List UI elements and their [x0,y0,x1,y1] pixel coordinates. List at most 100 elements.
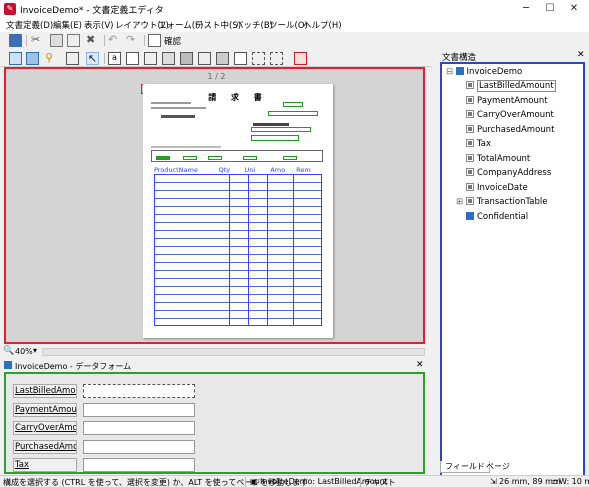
pointer-icon[interactable]: ↖ [86,52,99,65]
list-tool-icon[interactable] [234,52,247,65]
column-header: Qty [218,166,231,173]
maximize-button[interactable]: ☐ [538,0,562,18]
minimize-button[interactable]: ─ [514,0,538,18]
layout-canvas[interactable]: 1 / 2 請 求 書 ProductName Qty Uni Amo Rem [4,67,425,344]
customer-name [161,115,195,118]
summary-cell [183,156,197,160]
status-size: W: 10 m [559,477,589,486]
save-icon[interactable] [9,34,22,47]
lastbilledamount-input[interactable] [83,384,195,398]
structure-tree[interactable]: ⊟ InvoiceDemo LastBilledAmount PaymentAm… [440,62,585,487]
dataform-header: InvoiceDemo - データフォーム ✕ [0,360,437,372]
paste-icon[interactable] [67,34,80,47]
tree-root[interactable]: ⊟ InvoiceDemo [446,67,522,77]
menu-bar: 文書定義(D) 編集(E) 表示(V) レイアウト(L) フォーム(F) テスト… [0,18,589,32]
status-type: テキスト [364,478,396,487]
field-label: Tax [13,458,77,472]
tel-box [251,135,299,141]
position-icon: ⇲ [490,477,497,486]
menu-batch[interactable]: バッチ(B) [235,19,273,31]
label-tool-icon[interactable] [198,52,211,65]
copy-icon[interactable] [50,34,63,47]
layout-vertical-scrollbar[interactable] [425,67,434,344]
menu-tools[interactable]: ツール(O) [269,19,308,31]
tab-pages[interactable]: ページ [482,461,514,473]
zoom-dropdown-icon[interactable]: ▾ [33,346,37,355]
redo-icon[interactable]: ↷ [126,34,139,47]
tree-item[interactable]: Tax [466,139,491,149]
tree-item[interactable]: Confidential [466,212,528,222]
column-header: Uni [244,166,256,173]
carryoveramount-input[interactable] [83,421,195,435]
confirm-icon[interactable] [148,34,161,47]
tax-input[interactable] [83,458,195,472]
menu-view[interactable]: 表示(V) [84,19,113,31]
text-field-icon [466,96,474,104]
column-rule [267,174,268,326]
summary-cell [156,156,170,160]
field-label: LastBilledAmount [13,384,77,398]
transaction-table-header: ProductName Qty Uni Amo Rem [154,166,322,173]
tree-item[interactable]: TotalAmount [466,154,530,164]
form-mode-icon[interactable] [26,52,39,65]
cut-icon[interactable]: ✂ [31,34,44,47]
remove-field-icon[interactable] [294,52,307,65]
tree-item[interactable]: CompanyAddress [466,168,551,178]
tree-item[interactable]: InvoiceDate [466,183,528,193]
title-bar: ✎ InvoiceDemo* - 文書定義エディタ ─ ☐ ✕ [0,0,589,18]
menu-help[interactable]: ヘルプ(H) [303,19,342,31]
confirm-label[interactable]: 確認 [164,35,181,47]
menu-edit[interactable]: 編集(E) [53,19,82,31]
table-tool-icon[interactable] [162,52,175,65]
expand-icon[interactable]: ⊞ [456,197,463,207]
paymentamount-input[interactable] [83,403,195,417]
text-tool-icon[interactable]: a [108,52,121,65]
text-field-icon [466,125,474,133]
tree-item[interactable]: CarryOverAmount [466,110,554,120]
size-icon: ▭ [551,477,559,486]
barcode-tool-icon[interactable] [144,52,157,65]
tree-item[interactable]: ⊞ TransactionTable [456,197,547,207]
transaction-table [154,174,322,326]
group-tool-icon[interactable] [270,52,283,65]
checkbox-tool-icon[interactable] [126,52,139,65]
zoom-level[interactable]: 40% [15,347,33,356]
field-label: PaymentAmount [13,403,77,417]
horizontal-scrollbar[interactable] [42,348,425,356]
dataform-vertical-scrollbar[interactable] [425,372,434,474]
status-bar: 構成を選択する (CTRL を使って、選択を変更) か、ALT を使ってページを… [0,475,589,487]
select-icon[interactable] [66,52,79,65]
column-header: Rem [296,166,311,173]
table-icon [465,197,474,205]
tree-item[interactable]: PurchasedAmount [466,125,554,135]
summary-cell [243,156,257,160]
purchasedamount-input[interactable] [83,440,195,454]
field-label: PurchasedAmount [13,440,77,454]
tree-item[interactable]: LastBilledAmount [466,80,556,92]
column-header: Amo [270,166,286,173]
image-tool-icon[interactable] [180,52,193,65]
close-dataform-icon[interactable]: ✕ [416,360,424,370]
tree-item[interactable]: PaymentAmount [466,96,548,106]
delete-icon[interactable]: ✖ [86,34,99,47]
text-line [151,107,206,109]
field-type-icon: ▣ [250,477,258,486]
column-rule [293,174,294,326]
structure-tabs: フィールド ページ [440,461,589,473]
page-indicator: 1 / 2 [207,72,226,81]
zoom-icon: 🔍 [3,346,15,356]
column-rule [229,174,230,326]
zoom-bar: 🔍 40% ▾ [0,346,437,358]
invoice-page: 請 求 書 ProductName Qty Uni Amo Rem [143,84,333,338]
layout-mode-icon[interactable] [9,52,22,65]
text-field-icon [466,110,474,118]
menu-document[interactable]: 文書定義(D) [6,19,53,31]
close-pane-icon[interactable]: ✕ [577,50,585,60]
undo-icon[interactable]: ↶ [108,34,121,47]
magnifier-icon[interactable]: ⚲ [45,52,58,65]
close-button[interactable]: ✕ [562,0,586,18]
grid-tool-icon[interactable] [216,52,229,65]
address-box [251,127,311,132]
region-tool-icon[interactable] [252,52,265,65]
text-field-icon [466,81,474,89]
